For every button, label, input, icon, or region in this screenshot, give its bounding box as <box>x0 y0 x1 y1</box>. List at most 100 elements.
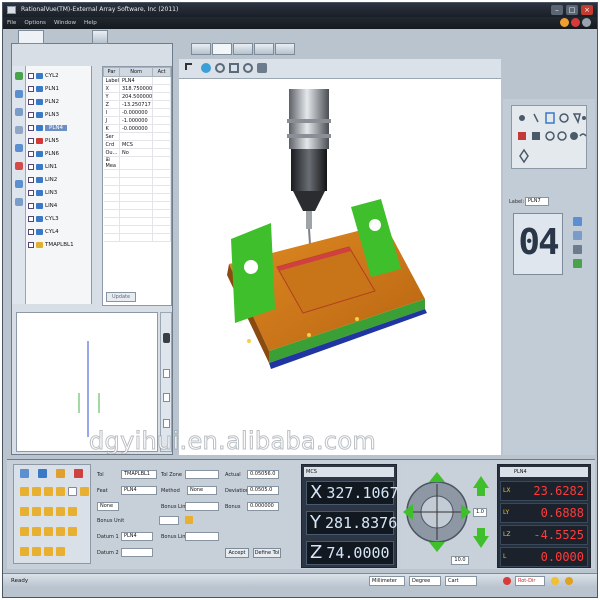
radius-icon[interactable] <box>44 547 53 556</box>
property-cell[interactable] <box>119 201 154 210</box>
cylindricity-icon[interactable] <box>56 487 65 496</box>
program-icon[interactable] <box>15 162 23 170</box>
angle-icon[interactable] <box>68 527 77 536</box>
torus-icon[interactable] <box>570 132 578 140</box>
property-cell[interactable]: 204.500000 <box>119 92 154 101</box>
property-cell[interactable] <box>152 76 171 85</box>
property-cell[interactable] <box>152 108 171 117</box>
z-down-arrow-icon[interactable] <box>473 528 489 548</box>
measure-icon[interactable] <box>15 90 23 98</box>
property-cell[interactable] <box>152 201 171 210</box>
minimize-button[interactable]: – <box>551 5 563 15</box>
coord-select[interactable]: Cart <box>445 576 477 586</box>
tab-camera-view[interactable] <box>254 43 274 55</box>
property-row[interactable]: Y 204.500000 <box>103 92 171 101</box>
tol-zone-input[interactable] <box>185 470 219 479</box>
results-feature[interactable]: PLN4 <box>500 467 588 477</box>
method-select[interactable]: None <box>187 486 217 495</box>
jog-step-input[interactable]: 1.0 <box>473 508 487 517</box>
property-row[interactable]: Z -13.250717 <box>103 100 171 109</box>
property-cell[interactable] <box>119 185 154 194</box>
height-icon[interactable] <box>56 547 65 556</box>
unit-select[interactable]: Millimeter <box>369 576 405 586</box>
page-icon[interactable] <box>163 369 170 378</box>
stop-icon[interactable] <box>503 577 511 585</box>
profile-line-icon[interactable] <box>68 487 77 496</box>
tree-item[interactable]: PLN1 <box>28 83 59 95</box>
tree-item[interactable]: PLN4 <box>28 122 67 134</box>
tree-item[interactable]: LIN2 <box>28 174 57 186</box>
property-cell[interactable]: No <box>119 148 154 157</box>
property-row[interactable]: K -0.000000 <box>103 124 171 133</box>
property-cell[interactable] <box>152 132 171 141</box>
point-icon[interactable] <box>519 115 525 121</box>
property-row[interactable]: J -1.000000 <box>103 116 171 125</box>
visibility-checkbox[interactable] <box>28 150 34 157</box>
check-icon[interactable] <box>15 72 23 80</box>
property-row[interactable]: Ser <box>103 132 171 141</box>
z-up-arrow-icon[interactable] <box>473 476 489 496</box>
menu-window[interactable]: Window <box>54 17 76 29</box>
pan-icon[interactable] <box>257 63 267 73</box>
property-cell[interactable] <box>119 177 154 186</box>
runout-icon[interactable] <box>32 527 41 536</box>
property-cell[interactable]: 318.750000 <box>119 84 154 93</box>
angularity-icon[interactable] <box>44 507 53 516</box>
property-cell[interactable] <box>152 177 171 186</box>
property-cell[interactable]: PLN4 <box>119 76 154 85</box>
visibility-checkbox[interactable] <box>28 98 34 105</box>
property-row[interactable]: I -0.000000 <box>103 108 171 117</box>
tree-item[interactable]: PLN6 <box>28 148 59 160</box>
property-cell[interactable] <box>152 116 171 125</box>
rotate-icon[interactable] <box>201 63 211 73</box>
visibility-checkbox[interactable] <box>28 241 34 248</box>
tab-probe-view[interactable] <box>191 43 211 55</box>
property-cell[interactable]: -0.000000 <box>119 124 154 133</box>
visibility-checkbox[interactable] <box>28 228 34 235</box>
circularity-icon[interactable] <box>44 487 53 496</box>
jog-down-arrow-icon[interactable] <box>429 542 445 552</box>
property-cell[interactable]: -13.250717 <box>119 100 154 109</box>
visibility-checkbox[interactable] <box>28 163 34 170</box>
visibility-checkbox[interactable] <box>28 137 34 144</box>
property-row[interactable] <box>103 201 171 210</box>
menu-file[interactable]: File <box>7 17 16 29</box>
tree-item[interactable]: LIN3 <box>28 187 57 199</box>
property-row[interactable]: X 318.750000 <box>103 84 171 93</box>
tree-item[interactable]: PLN5 <box>28 135 59 147</box>
property-cell[interactable]: -1.000000 <box>119 116 154 125</box>
property-row[interactable]: Label PLN4 <box>103 76 171 85</box>
tol-select[interactable]: TMAPLBL1 <box>121 470 157 479</box>
straightness-icon[interactable] <box>20 487 29 496</box>
property-cell[interactable] <box>152 156 171 170</box>
property-cell[interactable] <box>119 132 154 141</box>
tool-tab-3-icon[interactable] <box>56 469 65 478</box>
diameter-icon[interactable] <box>32 547 41 556</box>
perpendicularity-icon[interactable] <box>32 507 41 516</box>
probe-icon[interactable] <box>163 333 170 343</box>
property-cell[interactable] <box>119 217 154 226</box>
flatness-icon[interactable] <box>32 487 41 496</box>
property-row[interactable] <box>103 193 171 202</box>
zoom-in-icon[interactable] <box>215 63 225 73</box>
slot-icon[interactable] <box>518 132 526 140</box>
tree-item[interactable]: LIN1 <box>28 161 57 173</box>
property-cell[interactable] <box>119 169 154 178</box>
property-cell[interactable] <box>119 225 154 234</box>
none-select[interactable]: None <box>97 502 119 511</box>
report-icon[interactable] <box>15 126 23 134</box>
bonus-limit1-input[interactable] <box>185 502 219 511</box>
feat-select[interactable]: PLN4 <box>121 486 157 495</box>
property-cell[interactable] <box>119 233 154 242</box>
alignment-icon[interactable] <box>15 144 23 152</box>
export-icon[interactable] <box>15 180 23 188</box>
arc-icon[interactable] <box>557 131 567 141</box>
property-cell[interactable] <box>152 209 171 218</box>
property-row[interactable] <box>103 217 171 226</box>
menu-help[interactable]: Help <box>84 17 97 29</box>
jog-up-arrow-icon[interactable] <box>429 472 445 482</box>
maximize-button[interactable]: □ <box>566 5 578 15</box>
bonus-limit2-input[interactable] <box>185 532 219 541</box>
property-cell[interactable] <box>152 124 171 133</box>
tree-item[interactable]: CYL3 <box>28 213 59 225</box>
